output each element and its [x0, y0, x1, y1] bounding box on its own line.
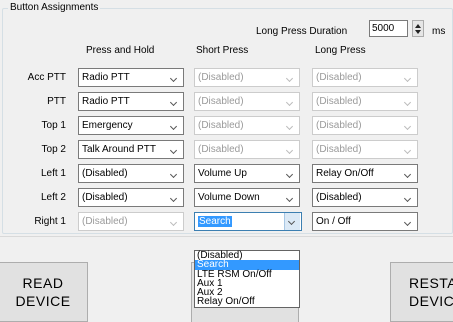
- left-2-short-press-select[interactable]: Volume Down: [194, 188, 300, 207]
- read-device-line2: DEVICE: [15, 293, 71, 309]
- row-label-left-2: Left 2: [40, 192, 66, 203]
- long-press-duration-input[interactable]: [369, 20, 408, 37]
- top-2-press-and-hold-select[interactable]: Talk Around PTT: [78, 140, 184, 159]
- group-title: Button Assignments: [8, 2, 101, 13]
- chevron-down-icon[interactable]: [283, 190, 298, 205]
- restore-device-line2: DEVIC: [409, 293, 453, 309]
- chevron-down-icon: [401, 118, 416, 133]
- row-label-top-1: Top 1: [41, 120, 66, 131]
- chevron-down-icon[interactable]: [167, 166, 182, 181]
- long-press-duration-label: Long Press Duration: [256, 26, 348, 37]
- chevron-down-icon: [283, 70, 298, 85]
- chevron-down-icon: [401, 70, 416, 85]
- column-header-press-and-hold: Press and Hold: [86, 45, 155, 56]
- row-label-ptt: PTT: [47, 96, 66, 107]
- spin-up-icon[interactable]: [415, 24, 421, 28]
- chevron-down-icon: [283, 142, 298, 157]
- left-1-short-press-select[interactable]: Volume Up: [194, 164, 300, 183]
- chevron-down-icon: [401, 142, 416, 157]
- right-1-press-and-hold-select: (Disabled): [78, 212, 184, 231]
- read-device-line1: READ: [22, 275, 64, 291]
- chevron-down-icon[interactable]: [167, 190, 182, 205]
- column-header-short-press: Short Press: [196, 45, 249, 56]
- acc-ptt-press-and-hold-select[interactable]: Radio PTT: [78, 68, 184, 87]
- row-label-acc-ptt: Acc PTT: [27, 72, 66, 83]
- short-press-dropdown-list[interactable]: (Disabled) Search LTE RSM On/Off Aux 1 A…: [194, 250, 300, 308]
- top-2-long-press-select: (Disabled): [312, 140, 418, 159]
- chevron-down-icon[interactable]: [401, 190, 416, 205]
- chevron-down-icon[interactable]: [401, 166, 416, 181]
- top-1-short-press-select: (Disabled): [194, 116, 300, 135]
- ptt-short-press-select: (Disabled): [194, 92, 300, 111]
- right-1-long-press-select[interactable]: On / Off: [312, 212, 418, 231]
- divider: [0, 236, 453, 237]
- chevron-down-icon: [283, 94, 298, 109]
- right-1-short-press-select[interactable]: Search: [194, 212, 302, 231]
- top-2-short-press-select: (Disabled): [194, 140, 300, 159]
- chevron-down-icon: [283, 118, 298, 133]
- chevron-down-icon[interactable]: [167, 118, 182, 133]
- row-label-right-1: Right 1: [34, 216, 66, 227]
- spin-down-icon[interactable]: [415, 30, 421, 34]
- left-1-press-and-hold-select[interactable]: (Disabled): [78, 164, 184, 183]
- row-label-left-1: Left 1: [40, 168, 66, 179]
- left-1-long-press-select[interactable]: Relay On/Off: [312, 164, 418, 183]
- chevron-down-icon: [167, 214, 182, 229]
- chevron-down-icon[interactable]: [284, 213, 300, 230]
- chevron-down-icon[interactable]: [167, 94, 182, 109]
- left-2-press-and-hold-select[interactable]: (Disabled): [78, 188, 184, 207]
- long-press-duration-spinner[interactable]: [412, 20, 424, 37]
- read-device-button[interactable]: READ DEVICE: [0, 262, 88, 322]
- top-1-press-and-hold-select[interactable]: Emergency: [78, 116, 184, 135]
- restore-device-button[interactable]: RESTA DEVIC: [390, 262, 453, 322]
- ptt-long-press-select: (Disabled): [312, 92, 418, 111]
- chevron-down-icon[interactable]: [167, 142, 182, 157]
- long-press-duration-unit: ms: [432, 26, 446, 37]
- acc-ptt-short-press-select: (Disabled): [194, 68, 300, 87]
- chevron-down-icon[interactable]: [167, 70, 182, 85]
- ptt-press-and-hold-select[interactable]: Radio PTT: [78, 92, 184, 111]
- column-header-long-press: Long Press: [315, 45, 366, 56]
- dropdown-option[interactable]: Relay On/Off: [195, 297, 299, 307]
- chevron-down-icon[interactable]: [401, 214, 416, 229]
- left-2-long-press-select[interactable]: (Disabled): [312, 188, 418, 207]
- top-1-long-press-select: (Disabled): [312, 116, 418, 135]
- restore-device-line1: RESTA: [409, 275, 453, 291]
- chevron-down-icon: [401, 94, 416, 109]
- row-label-top-2: Top 2: [41, 144, 66, 155]
- chevron-down-icon[interactable]: [283, 166, 298, 181]
- acc-ptt-long-press-select: (Disabled): [312, 68, 418, 87]
